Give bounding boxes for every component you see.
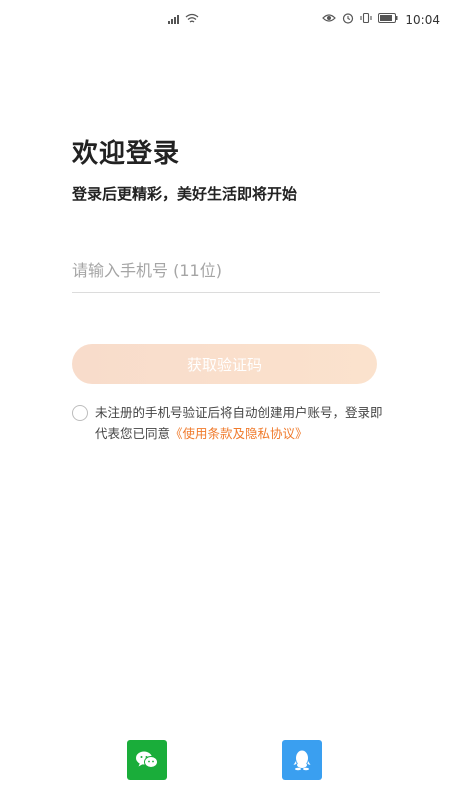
page-subtitle: 登录后更精彩，美好生活即将开始 bbox=[72, 185, 298, 203]
status-bar: 10:04 bbox=[0, 0, 450, 40]
alarm-icon bbox=[342, 12, 354, 24]
eye-icon bbox=[322, 13, 336, 23]
clock: 10:04 bbox=[405, 13, 440, 27]
page-title: 欢迎登录 bbox=[72, 139, 181, 169]
vibrate-icon bbox=[360, 12, 372, 24]
network-indicator bbox=[168, 13, 199, 24]
qq-icon bbox=[292, 749, 312, 771]
agreement-checkbox[interactable] bbox=[72, 405, 88, 421]
status-icons bbox=[322, 12, 398, 24]
agreement-text: 未注册的手机号验证后将自动创建用户账号，登录即代表您已同意《使用条款及隐私协议》 bbox=[95, 402, 385, 444]
get-verification-code-button[interactable]: 获取验证码 bbox=[72, 344, 377, 384]
phone-number-input[interactable] bbox=[72, 248, 380, 293]
wechat-icon bbox=[135, 750, 159, 770]
terms-privacy-link[interactable]: 《使用条款及隐私协议》 bbox=[170, 426, 308, 441]
qq-login-button[interactable] bbox=[282, 740, 322, 780]
signal-icon bbox=[168, 14, 182, 24]
wechat-login-button[interactable] bbox=[127, 740, 167, 780]
wifi-icon bbox=[185, 13, 199, 24]
battery-icon bbox=[378, 13, 398, 23]
